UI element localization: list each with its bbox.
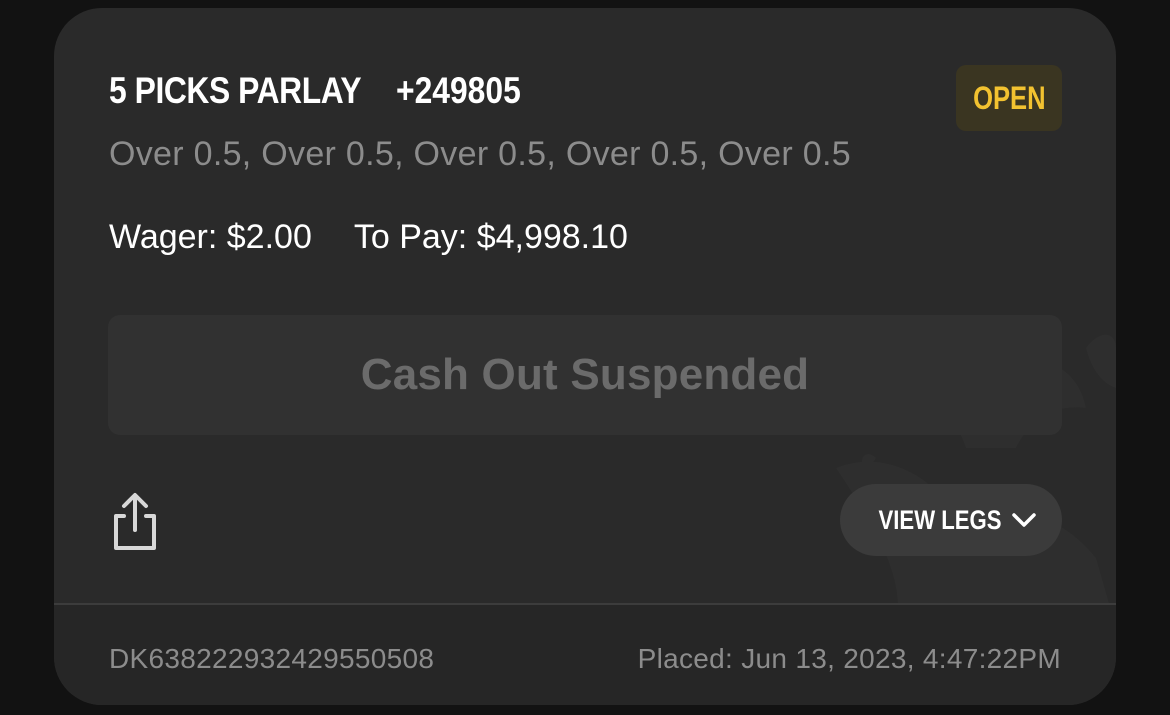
view-legs-button[interactable]: VIEW LEGS: [840, 484, 1062, 556]
cash-out-button[interactable]: Cash Out Suspended: [108, 315, 1062, 435]
bet-card: 5 PICKS PARLAY +249805 OPEN Over 0.5, Ov…: [54, 8, 1116, 705]
cash-out-label: Cash Out Suspended: [360, 350, 810, 399]
share-button[interactable]: [110, 492, 160, 552]
wager-amount: Wager: $2.00: [109, 218, 312, 256]
placed-timestamp: Placed: Jun 13, 2023, 4:47:22PM: [637, 643, 1061, 674]
bet-title: 5 PICKS PARLAY: [109, 70, 362, 111]
chevron-down-icon: [1012, 513, 1036, 527]
bet-amounts: Wager: $2.00 To Pay: $4,998.10: [109, 218, 628, 257]
view-legs-label: VIEW LEGS: [878, 504, 1002, 535]
bet-selections: Over 0.5, Over 0.5, Over 0.5, Over 0.5, …: [109, 135, 851, 173]
bet-odds: +249805: [396, 70, 521, 111]
status-badge: OPEN: [956, 65, 1062, 131]
footer-divider: [54, 603, 1116, 605]
status-label: OPEN: [972, 79, 1046, 116]
share-icon: [114, 493, 156, 550]
bet-id: DK638222932429550508: [109, 643, 435, 674]
bet-header: 5 PICKS PARLAY +249805: [109, 70, 541, 112]
to-pay-amount: To Pay: $4,998.10: [353, 218, 628, 256]
